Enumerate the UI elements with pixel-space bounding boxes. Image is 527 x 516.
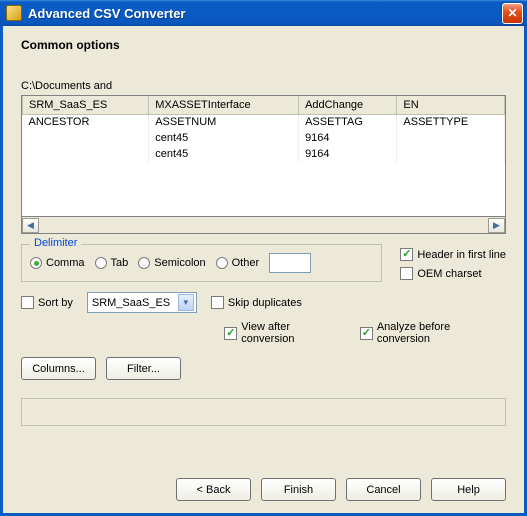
radio-icon: [95, 257, 107, 269]
file-path-label: C:\Documents and: [21, 80, 506, 92]
filter-button[interactable]: Filter...: [106, 357, 181, 380]
sort-by-select[interactable]: SRM_SaaS_ES ▼: [87, 292, 197, 313]
radio-icon: [216, 257, 228, 269]
cancel-button[interactable]: Cancel: [346, 478, 421, 501]
col-header[interactable]: AddChange: [299, 96, 397, 114]
col-header[interactable]: EN: [397, 96, 505, 114]
sort-by-checkbox[interactable]: Sort by: [21, 296, 73, 309]
scroll-right-icon[interactable]: ▶: [488, 218, 505, 233]
delimiter-other-input[interactable]: [269, 253, 311, 273]
radio-icon: [30, 257, 42, 269]
checkbox-icon: [21, 296, 34, 309]
analyze-before-checkbox[interactable]: Analyze before conversion: [360, 321, 506, 345]
radio-icon: [138, 257, 150, 269]
delimiter-semicolon-radio[interactable]: Semicolon: [138, 257, 205, 269]
scroll-left-icon[interactable]: ◀: [22, 218, 39, 233]
status-box: [21, 398, 506, 426]
table-row[interactable]: cent45 9164: [23, 130, 505, 146]
delimiter-other-radio[interactable]: Other: [216, 257, 260, 269]
titlebar: Advanced CSV Converter ✕: [0, 0, 527, 26]
page-title: Common options: [21, 38, 506, 52]
checkbox-icon: [211, 296, 224, 309]
checkbox-icon: [224, 327, 237, 340]
horizontal-scrollbar[interactable]: ◀ ▶: [21, 217, 506, 234]
window-title: Advanced CSV Converter: [28, 6, 502, 21]
table-row[interactable]: ANCESTOR ASSETNUM ASSETTAG ASSETTYPE: [23, 114, 505, 130]
scroll-track[interactable]: [39, 218, 488, 233]
col-header[interactable]: MXASSETInterface: [149, 96, 299, 114]
delimiter-comma-radio[interactable]: Comma: [30, 257, 85, 269]
view-after-checkbox[interactable]: View after conversion: [224, 321, 346, 345]
back-button[interactable]: < Back: [176, 478, 251, 501]
header-first-line-checkbox[interactable]: Header in first line: [400, 248, 506, 261]
preview-grid[interactable]: SRM_SaaS_ES MXASSETInterface AddChange E…: [21, 95, 506, 217]
finish-button[interactable]: Finish: [261, 478, 336, 501]
delimiter-group: Delimiter Comma Tab Semicolon Other: [21, 244, 382, 282]
delimiter-tab-radio[interactable]: Tab: [95, 257, 129, 269]
table-row[interactable]: cent45 9164: [23, 146, 505, 162]
close-icon[interactable]: ✕: [502, 3, 523, 24]
checkbox-icon: [360, 327, 373, 340]
col-header[interactable]: SRM_SaaS_ES: [23, 96, 149, 114]
help-button[interactable]: Help: [431, 478, 506, 501]
client-area: Common options C:\Documents and SRM_SaaS…: [0, 26, 527, 516]
chevron-down-icon: ▼: [178, 294, 194, 311]
delimiter-legend: Delimiter: [30, 237, 81, 249]
skip-duplicates-checkbox[interactable]: Skip duplicates: [211, 296, 302, 309]
checkbox-icon: [400, 248, 413, 261]
columns-button[interactable]: Columns...: [21, 357, 96, 380]
app-icon: [6, 5, 22, 21]
oem-charset-checkbox[interactable]: OEM charset: [400, 267, 506, 280]
checkbox-icon: [400, 267, 413, 280]
grid-header-row: SRM_SaaS_ES MXASSETInterface AddChange E…: [23, 96, 505, 114]
